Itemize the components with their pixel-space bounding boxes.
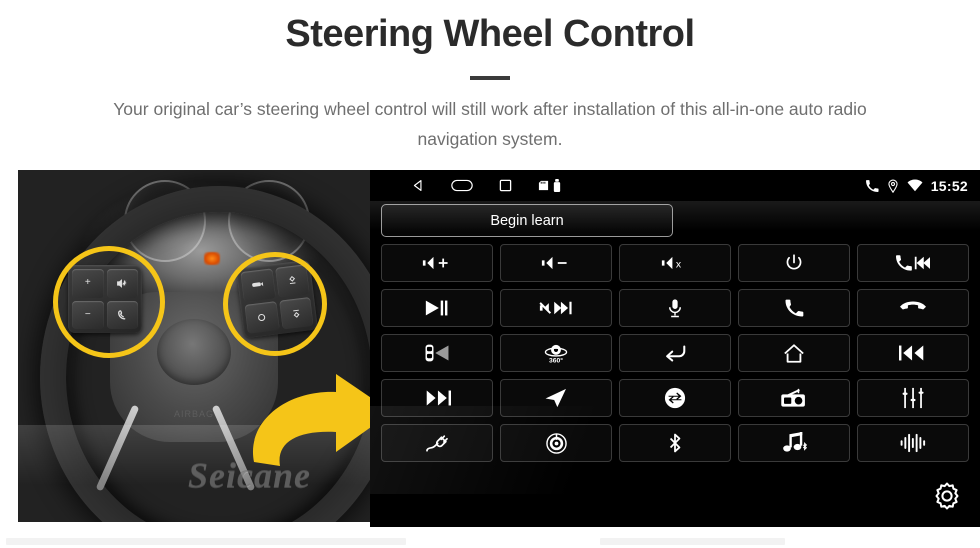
- swc-button-mode-switch[interactable]: [619, 379, 731, 417]
- swc-button-voice-command[interactable]: [619, 289, 731, 327]
- airbag-label: AIRBAG: [173, 409, 215, 420]
- speaker-minus-icon: [541, 254, 571, 272]
- nav-button-group: [412, 179, 561, 192]
- swc-button-dial-knob[interactable]: [500, 424, 612, 462]
- prev-track-icon: [899, 344, 927, 362]
- navigation-arrow-icon: [544, 388, 568, 408]
- waveform-icon: [900, 432, 926, 454]
- status-indicator-group: 15:52: [865, 178, 968, 194]
- home-icon[interactable]: [451, 179, 473, 192]
- swc-button-volume-up[interactable]: [381, 244, 493, 282]
- swc-button-radio[interactable]: [738, 379, 850, 417]
- swc-button-answer-call[interactable]: [738, 289, 850, 327]
- camera-360-icon: 360°: [542, 342, 570, 364]
- svg-text:360°: 360°: [549, 357, 563, 364]
- swc-button-equalizer[interactable]: [857, 379, 969, 417]
- swc-button-bluetooth[interactable]: [619, 424, 731, 462]
- cable-plug-icon: [424, 433, 450, 453]
- clock-label: 15:52: [930, 177, 968, 194]
- speaker-x-icon: x: [661, 254, 689, 272]
- swc-button-next-track[interactable]: [381, 379, 493, 417]
- next-track-icon: [423, 389, 451, 407]
- microphone-icon: [668, 298, 682, 319]
- storage-indicator-group: [538, 179, 561, 192]
- android-status-bar: 15:52: [370, 170, 980, 201]
- swc-button-rear-camera[interactable]: [381, 334, 493, 372]
- equalizer-sliders-icon: [902, 387, 924, 409]
- highlight-circle-right: [223, 252, 327, 356]
- highlight-circle-left: [53, 246, 165, 358]
- phone-hangup-icon: [900, 301, 926, 315]
- phone-icon: [865, 179, 879, 193]
- back-icon[interactable]: [412, 179, 425, 192]
- car-camera-icon: [422, 343, 452, 363]
- speaker-plus-icon: [422, 254, 452, 272]
- horn-pad: [157, 319, 231, 386]
- learn-bar: Begin learn: [370, 201, 980, 237]
- begin-learn-button[interactable]: Begin learn: [381, 204, 673, 237]
- swc-button-volume-down[interactable]: [500, 244, 612, 282]
- page-subtitle: Your original car’s steering wheel contr…: [113, 99, 867, 149]
- steering-wheel-photo: AIRBAG + − Seicane: [18, 170, 370, 522]
- title-divider: [470, 76, 510, 80]
- wifi-icon: [907, 179, 923, 192]
- swc-button-hang-up[interactable]: [857, 289, 969, 327]
- swc-button-aux-input[interactable]: [381, 424, 493, 462]
- swc-button-mute[interactable]: x: [619, 244, 731, 282]
- swc-button-mute-next[interactable]: [500, 289, 612, 327]
- page-header: Steering Wheel Control Your original car…: [0, 0, 980, 154]
- swc-button-back[interactable]: [619, 334, 731, 372]
- sd-card-icon: [538, 180, 549, 191]
- page-root: Steering Wheel Control Your original car…: [0, 0, 980, 548]
- music-bluetooth-icon: [780, 432, 808, 454]
- mode-swap-icon: [664, 387, 686, 409]
- svg-text:x: x: [676, 258, 682, 270]
- ghost-block-right: [600, 538, 785, 545]
- swc-button-audio-waveform[interactable]: [857, 424, 969, 462]
- page-title: Steering Wheel Control: [285, 13, 695, 55]
- phone-prev-icon: [896, 254, 930, 272]
- head-unit-screen: 15:52 Begin learn x 360°: [370, 170, 980, 527]
- swc-button-home[interactable]: [738, 334, 850, 372]
- dial-knob-icon: [545, 432, 567, 454]
- radio-icon: [780, 388, 808, 408]
- swc-button-bluetooth-music[interactable]: [738, 424, 850, 462]
- swc-button-call-previous[interactable]: [857, 244, 969, 282]
- swc-button-surround-view[interactable]: 360°: [500, 334, 612, 372]
- location-icon: [887, 179, 899, 193]
- return-arrow-icon: [662, 343, 688, 363]
- pointer-arrow: [240, 358, 370, 468]
- next-section-hint: [0, 532, 980, 548]
- content-strip: AIRBAG + − Seicane 15:52 Begin learn x 3…: [0, 170, 980, 527]
- house-icon: [783, 343, 805, 364]
- phone-icon: [784, 298, 804, 318]
- ghost-block-left: [6, 538, 406, 545]
- swc-button-play-pause[interactable]: [381, 289, 493, 327]
- swc-button-power[interactable]: [738, 244, 850, 282]
- swc-button-navigation[interactable]: [500, 379, 612, 417]
- usb-drive-icon: [553, 179, 561, 192]
- swc-button-previous-track[interactable]: [857, 334, 969, 372]
- recents-icon[interactable]: [499, 179, 512, 192]
- power-icon: [784, 253, 804, 273]
- swc-function-grid: x 360°: [370, 244, 980, 462]
- mute-next-icon: [539, 299, 573, 317]
- bluetooth-icon: [667, 432, 683, 454]
- gear-icon[interactable]: [930, 480, 964, 519]
- play-pause-icon: [424, 298, 450, 318]
